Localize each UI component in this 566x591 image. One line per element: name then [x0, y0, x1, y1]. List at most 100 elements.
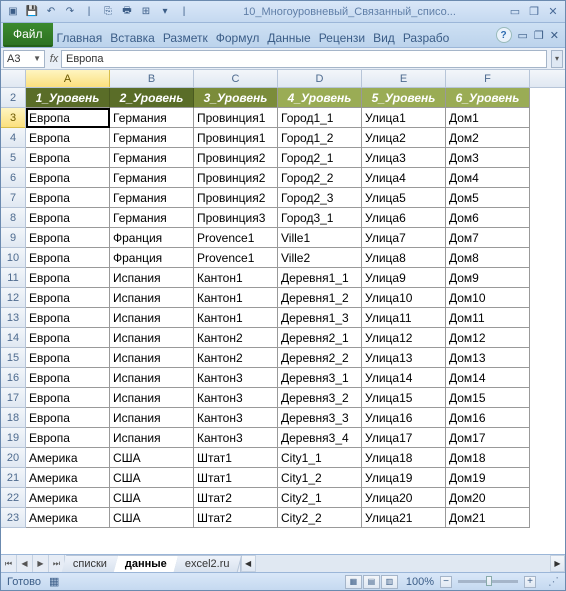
- cell[interactable]: Улица13: [362, 348, 446, 368]
- cell[interactable]: Кантон1: [194, 288, 278, 308]
- cell[interactable]: Испания: [110, 428, 194, 448]
- row-header[interactable]: 14: [1, 328, 26, 348]
- cell[interactable]: Америка: [26, 468, 110, 488]
- cell[interactable]: Провинция2: [194, 168, 278, 188]
- qat-dropdown-icon[interactable]: ▾: [157, 4, 173, 20]
- cell[interactable]: Германия: [110, 188, 194, 208]
- file-tab[interactable]: Файл: [3, 23, 53, 47]
- zoom-out-icon[interactable]: −: [440, 576, 452, 588]
- cell[interactable]: Европа: [26, 228, 110, 248]
- cell[interactable]: Испания: [110, 348, 194, 368]
- cell[interactable]: Улица11: [362, 308, 446, 328]
- cell[interactable]: Кантон2: [194, 328, 278, 348]
- sheet-tab[interactable]: excel2.ru: [174, 555, 242, 572]
- print-icon[interactable]: 🖶: [119, 4, 135, 20]
- column-header[interactable]: B: [110, 70, 194, 87]
- doc-restore-icon[interactable]: ❐: [534, 29, 544, 42]
- cell[interactable]: Улица18: [362, 448, 446, 468]
- header-cell[interactable]: 5_Уровень: [362, 88, 446, 108]
- cell[interactable]: Provence1: [194, 248, 278, 268]
- row-header[interactable]: 17: [1, 388, 26, 408]
- ribbon-tab[interactable]: Вставка: [106, 23, 159, 47]
- cell[interactable]: Дом19: [446, 468, 530, 488]
- cell[interactable]: Кантон3: [194, 388, 278, 408]
- cell[interactable]: Германия: [110, 208, 194, 228]
- formula-expand-icon[interactable]: ▾: [551, 50, 563, 68]
- cell[interactable]: Штат1: [194, 448, 278, 468]
- cell[interactable]: Дом12: [446, 328, 530, 348]
- column-header[interactable]: C: [194, 70, 278, 87]
- cell[interactable]: Улица5: [362, 188, 446, 208]
- cell[interactable]: Дом6: [446, 208, 530, 228]
- cell[interactable]: Город2_3: [278, 188, 362, 208]
- cell[interactable]: Европа: [26, 288, 110, 308]
- cell[interactable]: Ville2: [278, 248, 362, 268]
- cell[interactable]: Кантон1: [194, 308, 278, 328]
- row-header[interactable]: 16: [1, 368, 26, 388]
- cell[interactable]: Дом16: [446, 408, 530, 428]
- cell[interactable]: Европа: [26, 328, 110, 348]
- header-cell[interactable]: 4_Уровень: [278, 88, 362, 108]
- cell[interactable]: Дом18: [446, 448, 530, 468]
- row-header[interactable]: 5: [1, 148, 26, 168]
- row-header[interactable]: 10: [1, 248, 26, 268]
- view-normal-icon[interactable]: ▦: [345, 575, 362, 589]
- column-header[interactable]: F: [446, 70, 530, 87]
- ribbon-minimize-icon[interactable]: ▭: [518, 29, 528, 42]
- row-header[interactable]: 19: [1, 428, 26, 448]
- resize-grip-icon[interactable]: ⋰: [548, 575, 559, 588]
- row-header[interactable]: 6: [1, 168, 26, 188]
- cell[interactable]: City1_2: [278, 468, 362, 488]
- cell[interactable]: Дом1: [446, 108, 530, 128]
- column-header[interactable]: A: [26, 70, 110, 87]
- header-cell[interactable]: 1_Уровень: [26, 88, 110, 108]
- cell[interactable]: City2_1: [278, 488, 362, 508]
- chevron-down-icon[interactable]: ▼: [33, 54, 41, 63]
- cell[interactable]: Штат1: [194, 468, 278, 488]
- cell[interactable]: Америка: [26, 488, 110, 508]
- qat-icon[interactable]: ⎘: [100, 4, 116, 20]
- cell[interactable]: США: [110, 468, 194, 488]
- cell[interactable]: Город2_1: [278, 148, 362, 168]
- cell[interactable]: Улица17: [362, 428, 446, 448]
- cell[interactable]: Улица21: [362, 508, 446, 528]
- cell[interactable]: Город1_2: [278, 128, 362, 148]
- help-icon[interactable]: ?: [496, 27, 512, 43]
- ribbon-tab[interactable]: Вид: [369, 23, 399, 47]
- cell[interactable]: Испания: [110, 328, 194, 348]
- header-cell[interactable]: 6_Уровень: [446, 88, 530, 108]
- cell[interactable]: Провинция2: [194, 148, 278, 168]
- ribbon-tab[interactable]: Формул: [212, 23, 264, 47]
- sheet-nav-first-icon[interactable]: ⏮: [1, 555, 17, 572]
- cell[interactable]: Provence1: [194, 228, 278, 248]
- cell[interactable]: Дом3: [446, 148, 530, 168]
- sheet-tab[interactable]: данные: [114, 555, 179, 572]
- header-cell[interactable]: 2_Уровень: [110, 88, 194, 108]
- row-header[interactable]: 7: [1, 188, 26, 208]
- cell[interactable]: Дом8: [446, 248, 530, 268]
- ribbon-tab[interactable]: Разрабо: [399, 23, 454, 47]
- header-cell[interactable]: 3_Уровень: [194, 88, 278, 108]
- cell[interactable]: Кантон3: [194, 408, 278, 428]
- macro-icon[interactable]: ▦: [49, 575, 59, 588]
- cell[interactable]: Улица20: [362, 488, 446, 508]
- cell[interactable]: Ville1: [278, 228, 362, 248]
- cell[interactable]: Кантон2: [194, 348, 278, 368]
- cell[interactable]: Европа: [26, 348, 110, 368]
- cell[interactable]: Улица6: [362, 208, 446, 228]
- cell[interactable]: Дом21: [446, 508, 530, 528]
- view-pagebreak-icon[interactable]: ▥: [381, 575, 398, 589]
- row-header[interactable]: 18: [1, 408, 26, 428]
- restore-icon[interactable]: ❐: [526, 5, 542, 19]
- cell[interactable]: Деревня3_2: [278, 388, 362, 408]
- cell[interactable]: Улица14: [362, 368, 446, 388]
- sheet-nav-next-icon[interactable]: ▶: [33, 555, 49, 572]
- qat-icon[interactable]: ⊞: [138, 4, 154, 20]
- cell[interactable]: Дом20: [446, 488, 530, 508]
- cell[interactable]: Улица9: [362, 268, 446, 288]
- cell[interactable]: Город2_2: [278, 168, 362, 188]
- row-header[interactable]: 13: [1, 308, 26, 328]
- cell[interactable]: Европа: [26, 428, 110, 448]
- cell[interactable]: City2_2: [278, 508, 362, 528]
- cell[interactable]: Деревня2_2: [278, 348, 362, 368]
